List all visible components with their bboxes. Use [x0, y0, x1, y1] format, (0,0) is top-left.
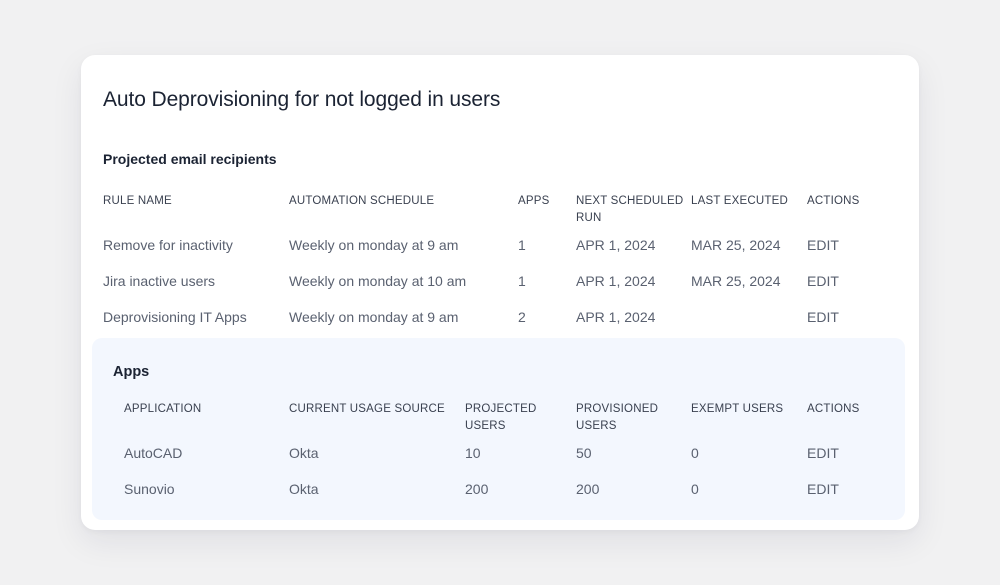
section-subtitle: Projected email recipients [103, 151, 277, 167]
col-header-schedule: AUTOMATION SCHEDULE [289, 195, 435, 207]
usage-source-cell: Okta [289, 445, 319, 461]
apps-count-cell: 1 [518, 273, 526, 289]
next-run-cell: APR 1, 2024 [576, 273, 656, 289]
col-header-exempt-users: EXEMPT USERS [691, 403, 784, 415]
projected-users-cell: 200 [465, 481, 489, 497]
projected-users-cell: 10 [465, 445, 481, 461]
col-header-projected-users: PROJECTED USERS [465, 403, 537, 432]
col-header-rule-name: RULE NAME [103, 195, 172, 207]
schedule-cell: Weekly on monday at 10 am [289, 273, 467, 289]
provisioned-users-cell: 200 [576, 481, 600, 497]
col-header-last-executed: LAST EXECUTED [691, 195, 788, 207]
application-cell: Sunovio [124, 481, 175, 497]
col-header-app-actions: ACTIONS [807, 403, 860, 415]
apps-panel-title: Apps [113, 364, 150, 380]
last-executed-cell: MAR 25, 2024 [691, 273, 781, 289]
card-title: Auto Deprovisioning for not logged in us… [103, 88, 501, 111]
apps-count-cell: 1 [518, 237, 526, 253]
provisioned-users-cell: 50 [576, 445, 592, 461]
next-run-cell: APR 1, 2024 [576, 309, 656, 325]
col-header-next-run: NEXT SCHEDULED RUN [576, 195, 684, 224]
col-header-usage-source: CURRENT USAGE SOURCE [289, 403, 445, 415]
edit-app-button[interactable]: EDIT [807, 481, 839, 497]
exempt-users-cell: 0 [691, 445, 699, 461]
edit-rule-button[interactable]: EDIT [807, 237, 839, 253]
schedule-cell: Weekly on monday at 9 am [289, 237, 459, 253]
last-executed-cell: MAR 25, 2024 [691, 237, 781, 253]
col-header-apps: APPS [518, 195, 550, 207]
edit-app-button[interactable]: EDIT [807, 445, 839, 461]
col-header-provisioned-users: PROVISIONED USERS [576, 403, 659, 432]
deprovisioning-card: Auto Deprovisioning for not logged in us… [81, 55, 919, 530]
apps-count-cell: 2 [518, 309, 526, 325]
schedule-cell: Weekly on monday at 9 am [289, 309, 459, 325]
next-run-cell: APR 1, 2024 [576, 237, 656, 253]
edit-rule-button[interactable]: EDIT [807, 309, 839, 325]
rule-name-cell: Deprovisioning IT Apps [103, 309, 247, 325]
col-header-application: APPLICATION [124, 403, 202, 415]
exempt-users-cell: 0 [691, 481, 699, 497]
usage-source-cell: Okta [289, 481, 319, 497]
rule-name-cell: Remove for inactivity [103, 237, 233, 253]
edit-rule-button[interactable]: EDIT [807, 273, 839, 289]
application-cell: AutoCAD [124, 445, 183, 461]
col-header-actions: ACTIONS [807, 195, 860, 207]
rule-name-cell: Jira inactive users [103, 273, 216, 289]
